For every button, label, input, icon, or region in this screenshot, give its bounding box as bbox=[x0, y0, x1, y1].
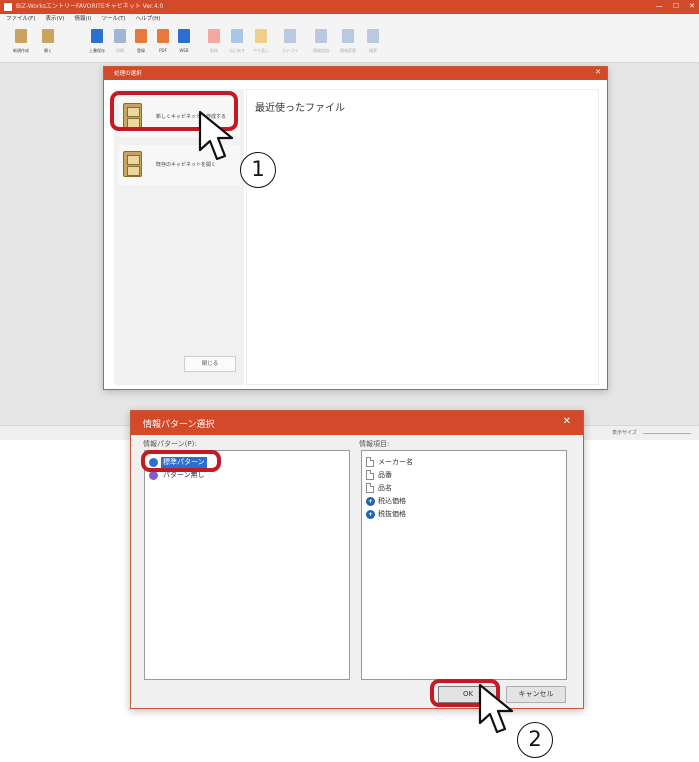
field-item[interactable]: 品番 bbox=[366, 469, 392, 481]
app-title: BiZ-WorksエントリーFAVORITEキャビネット Ver.4.0 bbox=[16, 3, 164, 10]
document-icon bbox=[366, 457, 374, 467]
recent-files-title: 最近使ったファイル bbox=[255, 103, 345, 114]
toolbar-button-delete[interactable]: 削除 bbox=[203, 28, 225, 60]
toolbar-label: やり直し bbox=[253, 48, 269, 53]
field-label: メーカー名 bbox=[378, 458, 413, 466]
dialog-close-icon[interactable]: ✕ bbox=[563, 416, 571, 427]
zoom-label: 表示サイズ bbox=[612, 430, 637, 436]
toolbar-button-pdf[interactable]: PDF bbox=[152, 28, 174, 60]
toolbar-button-info-edit[interactable]: 情報変更 bbox=[337, 28, 359, 60]
toolbar-button-register[interactable]: 登録 bbox=[130, 28, 152, 60]
window-controls: — ☐ ✕ bbox=[656, 2, 695, 11]
menu-bar: ファイル(F) 表示(V) 情報(I) ツール(T) ヘルプ(H) bbox=[0, 14, 699, 25]
menu-tools[interactable]: ツール(T) bbox=[101, 14, 125, 25]
dialog-titlebar: 処理の選択 ✕ bbox=[104, 67, 607, 80]
close-window-icon[interactable]: ✕ bbox=[689, 2, 695, 11]
callout-number-2: 2 bbox=[517, 722, 553, 758]
document-icon bbox=[366, 470, 374, 480]
toolbar-button-search[interactable]: 検索 bbox=[362, 28, 384, 60]
maximize-icon[interactable]: ☐ bbox=[673, 2, 679, 11]
toolbar-button-print[interactable]: 印刷 bbox=[109, 28, 131, 60]
field-item[interactable]: 品名 bbox=[366, 482, 392, 494]
new-icon bbox=[15, 29, 27, 43]
dialog-title: 処理の選択 bbox=[114, 71, 142, 77]
toolbar-label: 検索 bbox=[369, 48, 377, 53]
app-logo-icon bbox=[4, 3, 12, 11]
toolbar-button-new[interactable]: 新規作成 bbox=[10, 28, 32, 60]
dialog-titlebar: 情報パターン選択 ✕ bbox=[131, 411, 583, 435]
toolbar-label: 情報追加 bbox=[313, 48, 329, 53]
recent-files-panel: 最近使ったファイル bbox=[246, 89, 599, 385]
print-icon bbox=[114, 29, 126, 43]
search-icon bbox=[367, 29, 379, 43]
cabinet-icon bbox=[123, 151, 142, 177]
undo-icon bbox=[231, 29, 243, 43]
close-button[interactable]: 閉じる bbox=[184, 356, 236, 372]
save-icon bbox=[91, 29, 103, 43]
zoom-slider[interactable] bbox=[643, 433, 691, 434]
menu-file[interactable]: ファイル(F) bbox=[6, 14, 35, 25]
open-icon bbox=[42, 29, 54, 43]
toolbar-button-web[interactable]: WEB bbox=[173, 28, 195, 60]
calculator-icon: + bbox=[366, 496, 375, 506]
toolbar: 新規作成 開く 上書保存 印刷 登録 PDF WEB 削除 元に戻す やり直し カテゴリ 情報追加 情報… bbox=[0, 25, 699, 63]
field-item[interactable]: + 税抜価格 bbox=[366, 508, 406, 520]
info-edit-icon bbox=[342, 29, 354, 43]
fields-label: 情報項目: bbox=[359, 440, 390, 448]
main-app-window: BiZ-WorksエントリーFAVORITEキャビネット Ver.4.0 — ☐… bbox=[0, 0, 699, 440]
minimize-icon[interactable]: — bbox=[656, 2, 663, 11]
pattern-list[interactable]: 標準パターン パターン無し bbox=[144, 450, 350, 680]
calculator-icon: + bbox=[366, 509, 375, 519]
field-item[interactable]: + 税込価格 bbox=[366, 495, 406, 507]
patterns-label: 情報パターン(P): bbox=[143, 440, 197, 448]
callout-number-1: 1 bbox=[240, 152, 276, 188]
category-icon bbox=[284, 29, 296, 43]
redo-icon bbox=[255, 29, 267, 43]
field-list[interactable]: メーカー名 品番 品名 + 税込価格 + 税抜価格 bbox=[361, 450, 567, 680]
toolbar-button-save[interactable]: 上書保存 bbox=[86, 28, 108, 60]
toolbar-label: カテゴリ bbox=[282, 48, 298, 53]
menu-info[interactable]: 情報(I) bbox=[75, 14, 92, 25]
field-label: 税込価格 bbox=[378, 497, 406, 505]
toolbar-button-open[interactable]: 開く bbox=[37, 28, 59, 60]
menu-help[interactable]: ヘルプ(H) bbox=[136, 14, 161, 25]
field-item[interactable]: メーカー名 bbox=[366, 456, 413, 468]
dialog-title: 情報パターン選択 bbox=[143, 420, 215, 430]
info-add-icon bbox=[315, 29, 327, 43]
toolbar-button-info-add[interactable]: 情報追加 bbox=[310, 28, 332, 60]
toolbar-button-undo[interactable]: 元に戻す bbox=[226, 28, 248, 60]
field-label: 品名 bbox=[378, 484, 392, 492]
toolbar-button-redo[interactable]: やり直し bbox=[250, 28, 272, 60]
web-icon bbox=[178, 29, 190, 43]
menu-view[interactable]: 表示(V) bbox=[45, 14, 64, 25]
app-titlebar: BiZ-WorksエントリーFAVORITEキャビネット Ver.4.0 — ☐… bbox=[0, 0, 699, 14]
document-icon bbox=[366, 483, 374, 493]
pdf-icon bbox=[157, 29, 169, 43]
register-icon bbox=[135, 29, 147, 43]
dialog-close-icon[interactable]: ✕ bbox=[595, 68, 601, 76]
toolbar-button-category[interactable]: カテゴリ bbox=[279, 28, 301, 60]
delete-icon bbox=[208, 29, 220, 43]
field-label: 品番 bbox=[378, 471, 392, 479]
toolbar-label: 開く bbox=[44, 48, 52, 53]
toolbar-label: WEB bbox=[179, 48, 189, 53]
toolbar-label: 新規作成 bbox=[13, 48, 29, 53]
highlight-standard-pattern bbox=[141, 450, 221, 472]
field-label: 税抜価格 bbox=[378, 510, 406, 518]
